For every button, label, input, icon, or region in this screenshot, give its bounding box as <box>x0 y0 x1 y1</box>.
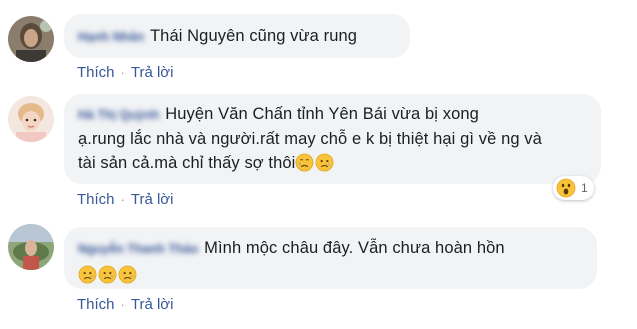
sad-face-icon <box>315 153 334 172</box>
like-link[interactable]: Thích <box>77 296 115 313</box>
comment-bubble: Nguyễn Thanh Thảo Mình mộc châu đây. Vẫn … <box>64 227 597 289</box>
sad-face-icon <box>118 265 137 284</box>
wow-reaction-icon <box>556 178 576 198</box>
sad-face-icon <box>78 265 97 284</box>
reply-link[interactable]: Trả lời <box>131 191 174 208</box>
comment-bubble: Hà Thị Quỳnh Huyện Văn Chấn tỉnh Yên Bái … <box>64 94 601 184</box>
like-link[interactable]: Thích <box>77 64 115 81</box>
comment-author[interactable]: Nguyễn Thanh Thảo <box>78 242 198 256</box>
comment-author[interactable]: Hạnh Nhân <box>78 30 144 44</box>
separator: · <box>120 65 125 80</box>
user-avatar-icon <box>8 224 54 270</box>
reply-link[interactable]: Trả lời <box>131 296 174 313</box>
separator: · <box>120 297 125 312</box>
comment-text: Thái Nguyên cũng vừa rung <box>149 27 358 45</box>
reaction-count: 1 <box>581 181 588 195</box>
avatar[interactable] <box>8 16 54 62</box>
comment-author[interactable]: Hà Thị Quỳnh <box>78 108 159 122</box>
sad-face-icon <box>98 265 117 284</box>
crying-face-icon <box>295 153 314 172</box>
avatar[interactable] <box>8 96 54 142</box>
like-link[interactable]: Thích <box>77 191 115 208</box>
reply-link[interactable]: Trả lời <box>131 64 174 81</box>
comment-bubble: Hạnh Nhân Thái Nguyên cũng vừa rung <box>64 14 410 58</box>
comment-text: Mình mộc châu đây. Vẫn chưa hoàn hồn <box>204 239 505 257</box>
comment-actions: Thích · Trả lời <box>77 296 173 313</box>
user-avatar-icon <box>8 96 54 142</box>
comment-text-line-3: tài sản cả.mà chỉ thấy sợ thôi <box>78 154 296 172</box>
comment-text-line-2: ạ.rung lắc nhà và người.rất may chỗ e k … <box>78 130 542 148</box>
user-avatar-icon <box>8 16 54 62</box>
reaction-count-badge[interactable]: 1 <box>553 176 594 200</box>
comment-actions: Thích · Trả lời <box>77 64 173 81</box>
avatar[interactable] <box>8 224 54 270</box>
comment-actions: Thích · Trả lời <box>77 191 173 208</box>
separator: · <box>120 192 125 207</box>
comment-text-line-1: Huyện Văn Chấn tỉnh Yên Bái vừa bị xong <box>165 105 479 123</box>
